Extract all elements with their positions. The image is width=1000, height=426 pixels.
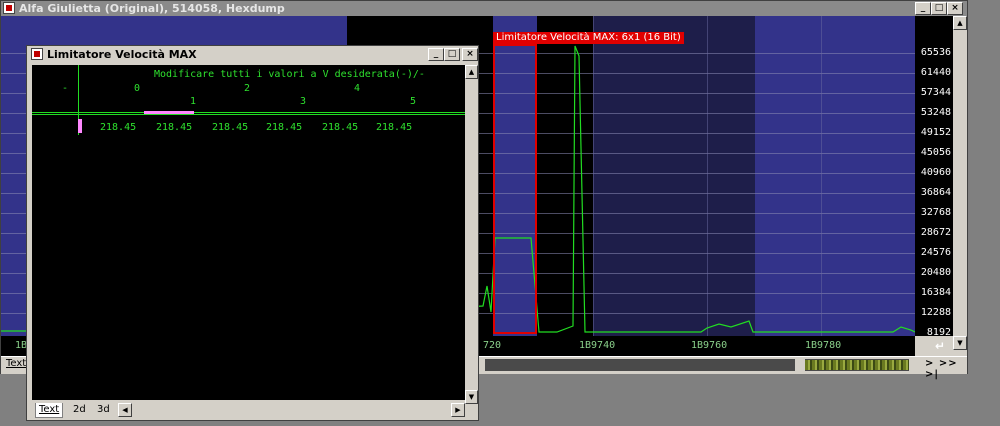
y-tick: 40960 bbox=[920, 167, 951, 178]
sub-vertical-scrollbar[interactable]: ▲ ▼ bbox=[465, 65, 478, 404]
value-cell[interactable]: 218.45 bbox=[212, 122, 248, 133]
column-header: 5 bbox=[410, 96, 417, 107]
arrow-right-icon[interactable]: ▶ bbox=[451, 403, 465, 417]
arrow-down-icon[interactable]: ▼ bbox=[465, 390, 478, 404]
row-divider bbox=[32, 114, 465, 115]
close-icon[interactable]: × bbox=[462, 48, 478, 61]
y-tick: 12288 bbox=[920, 307, 951, 318]
scroll-thumb[interactable] bbox=[795, 359, 805, 371]
maximize-icon[interactable]: □ bbox=[444, 48, 460, 61]
column-header: 4 bbox=[354, 83, 361, 94]
minimize-icon[interactable]: _ bbox=[915, 2, 931, 15]
row-divider bbox=[32, 112, 465, 113]
value-cell[interactable]: 218.45 bbox=[376, 122, 412, 133]
value-cell[interactable]: 218.45 bbox=[322, 122, 358, 133]
return-icon[interactable]: ↵ bbox=[935, 339, 945, 353]
arrow-up-icon[interactable]: ▲ bbox=[465, 65, 478, 79]
y-tick: 65536 bbox=[920, 47, 951, 58]
y-tick: 53248 bbox=[920, 107, 951, 118]
main-window-title: Alfa Giulietta (Original), 514058, Hexdu… bbox=[19, 2, 285, 15]
y-tick: 57344 bbox=[920, 87, 951, 98]
row-marker: - bbox=[62, 83, 69, 94]
selected-cell-indicator bbox=[144, 111, 194, 114]
y-tick: 8192 bbox=[926, 327, 951, 338]
y-tick: 24576 bbox=[920, 247, 951, 258]
selection-label: Limitatore Velocità MAX: 6x1 (16 Bit) bbox=[493, 32, 684, 44]
column-header: 1 bbox=[190, 96, 197, 107]
y-tick: 28672 bbox=[920, 227, 951, 238]
x-tick: 1B9740 bbox=[579, 340, 616, 351]
tab-2d[interactable]: 2d bbox=[70, 403, 89, 417]
y-tick: 45056 bbox=[920, 147, 951, 158]
column-header: 3 bbox=[300, 96, 307, 107]
hexmap-overview bbox=[805, 360, 909, 370]
value-cell[interactable]: 218.45 bbox=[266, 122, 302, 133]
y-tick: 49152 bbox=[920, 127, 951, 138]
main-title-bar[interactable]: Alfa Giulietta (Original), 514058, Hexdu… bbox=[1, 1, 967, 16]
main-horizontal-scrollbar[interactable] bbox=[485, 359, 909, 371]
tab-text[interactable]: Text bbox=[35, 403, 64, 418]
y-tick: 36864 bbox=[920, 187, 951, 198]
y-tick: 32768 bbox=[920, 207, 951, 218]
map-editor-window: Limitatore Velocità MAX _ □ × Modificare… bbox=[26, 45, 479, 421]
close-icon[interactable]: × bbox=[947, 2, 963, 15]
arrow-down-icon[interactable]: ▼ bbox=[953, 336, 967, 350]
minimize-icon[interactable]: _ bbox=[428, 48, 444, 61]
sub-title-bar[interactable]: Limitatore Velocità MAX _ □ × bbox=[27, 46, 478, 63]
sub-window-title: Limitatore Velocità MAX bbox=[47, 48, 197, 61]
row-cursor bbox=[78, 119, 82, 133]
nav-arrows[interactable]: > >> >| bbox=[925, 358, 967, 380]
table-header-text: Modificare tutti i valori a V desiderata… bbox=[154, 69, 425, 80]
x-tick: 720 bbox=[483, 340, 502, 351]
y-tick: 16384 bbox=[920, 287, 951, 298]
y-tick: 20480 bbox=[920, 267, 951, 278]
app-icon[interactable] bbox=[31, 48, 43, 60]
app-icon[interactable] bbox=[3, 2, 15, 14]
maximize-icon[interactable]: □ bbox=[931, 2, 947, 15]
x-tick: 1B9780 bbox=[805, 340, 842, 351]
value-cell[interactable]: 218.45 bbox=[156, 122, 192, 133]
main-tab-text[interactable]: Text bbox=[6, 358, 26, 369]
y-axis: 65536 61440 57344 53248 49152 45056 4096… bbox=[915, 16, 953, 338]
y-tick: 61440 bbox=[920, 67, 951, 78]
main-vertical-scrollbar[interactable]: ▲ ▼ bbox=[953, 16, 967, 361]
selection-box[interactable] bbox=[493, 44, 537, 334]
sub-bottom-bar: Text 2d 3d ◀ ▶ bbox=[32, 402, 465, 419]
value-cell[interactable]: 218.45 bbox=[100, 122, 136, 133]
arrow-left-icon[interactable]: ◀ bbox=[118, 403, 132, 417]
column-header: 2 bbox=[244, 83, 251, 94]
tab-3d[interactable]: 3d bbox=[94, 403, 113, 417]
arrow-up-icon[interactable]: ▲ bbox=[953, 16, 967, 30]
value-table[interactable]: Modificare tutti i valori a V desiderata… bbox=[32, 65, 465, 400]
x-tick: 1B9760 bbox=[691, 340, 728, 351]
column-header: 0 bbox=[134, 83, 141, 94]
